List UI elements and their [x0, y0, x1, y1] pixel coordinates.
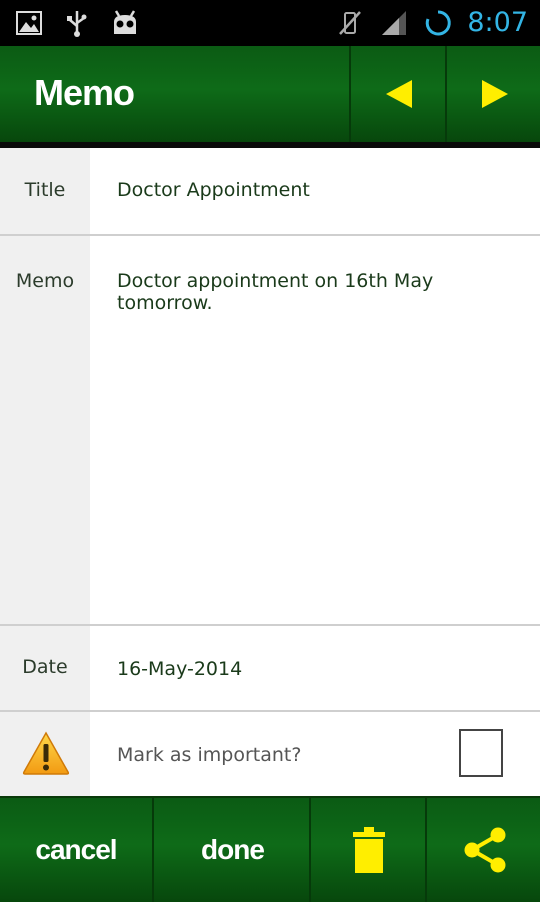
action-bar: Memo: [0, 46, 540, 148]
trash-icon: [353, 827, 385, 873]
signal-icon: [382, 11, 407, 35]
status-time: 8:07: [467, 7, 528, 38]
sync-icon: [426, 10, 452, 36]
done-button[interactable]: done: [152, 798, 311, 902]
previous-button[interactable]: [349, 46, 447, 142]
date-label: Date: [22, 656, 68, 678]
cancel-button[interactable]: cancel: [0, 798, 152, 902]
next-button[interactable]: [445, 46, 540, 142]
date-row: Date 16-May-2014: [0, 626, 540, 712]
title-label: Title: [24, 179, 66, 201]
memo-row: Memo Doctor appointment on 16th May tomo…: [0, 236, 540, 626]
important-checkbox[interactable]: [459, 729, 503, 777]
usb-icon: [67, 11, 87, 37]
important-label: Mark as important?: [117, 744, 302, 766]
share-icon: [464, 827, 505, 873]
triangle-right-icon: [482, 80, 508, 108]
vibrate-off-icon: [339, 11, 362, 35]
warning-icon: [22, 731, 70, 775]
image-icon: [16, 11, 42, 35]
page-title: Memo: [34, 72, 135, 113]
memo-label: Memo: [15, 270, 75, 292]
important-row: Mark as important?: [0, 712, 540, 796]
date-field[interactable]: 16-May-2014: [117, 658, 242, 680]
android-icon: [114, 10, 136, 34]
memo-field[interactable]: Doctor appointment on 16th May tomorrow.: [117, 270, 527, 610]
bottom-bar: cancel done: [0, 796, 540, 902]
title-field[interactable]: Doctor Appointment: [117, 179, 310, 201]
title-row: Title Doctor Appointment: [0, 148, 540, 236]
triangle-left-icon: [386, 80, 412, 108]
delete-button[interactable]: [309, 798, 427, 902]
status-bar: 8:07: [0, 0, 540, 46]
share-button[interactable]: [425, 798, 540, 902]
